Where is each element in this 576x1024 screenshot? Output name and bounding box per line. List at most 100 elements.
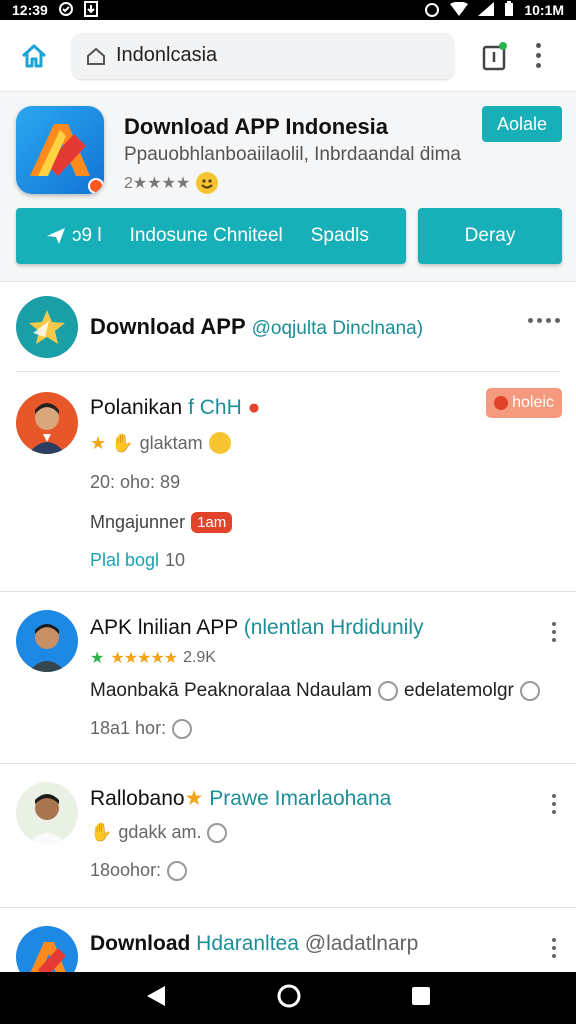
share-count: ɔ9 Ɩ [46, 225, 102, 247]
alarm-icon [424, 1, 440, 20]
signal-icon [478, 1, 495, 19]
star-icon: ★ [90, 432, 106, 453]
post-author[interactable]: Rallobano★ Prawe Imarlaohana [90, 786, 391, 811]
channel-button[interactable]: ɔ9 Ɩ Indosune Chniteel Spadls [16, 208, 406, 264]
send-icon [47, 228, 65, 244]
hand-emoji-icon: ✋ [90, 822, 113, 842]
hand-emoji-icon: ✋ [111, 432, 134, 453]
post-card[interactable]: APK lnilian APP (nlentlan Hrdidunily ★ ★… [0, 592, 576, 764]
leaf-icon: ★ [90, 650, 105, 667]
feed-more-button[interactable] [528, 318, 560, 323]
avatar[interactable] [16, 610, 78, 672]
app-subtitle: Ppauobhlanboaiilaolil, Inbrdaandal ḋima [124, 144, 461, 165]
sync-icon [58, 1, 74, 20]
star-icon: ★ [184, 787, 204, 810]
home-button[interactable] [14, 36, 54, 76]
post-author-accent: Hdaranltea [196, 932, 299, 955]
post-author-text: Download [90, 932, 191, 955]
star-logo-icon [29, 310, 65, 344]
share-count-text: ɔ9 Ɩ [72, 225, 102, 246]
avatar[interactable] [16, 782, 78, 844]
post-tag-badge: 1am [191, 512, 233, 533]
post-body-text: Maonbakā Peaknoralaa Ndaulam [90, 680, 373, 701]
post-time-text: 18oohor: [90, 860, 162, 880]
verified-icon [519, 681, 540, 701]
browser-toolbar: Indonlcasia [0, 20, 576, 92]
post-card[interactable]: Download Hdaranltea @ladatlnarp [0, 908, 576, 972]
post-link-text: Plal bogl [90, 550, 160, 570]
post-author-accent: (nlentlan Hrdidunily [243, 616, 424, 639]
post-more-button[interactable] [552, 938, 556, 958]
app-rating-text: 2★★★★ [124, 175, 191, 192]
url-bar[interactable]: Indonlcasia [72, 32, 454, 79]
overflow-menu-button[interactable] [528, 36, 548, 76]
tabs-button[interactable] [478, 36, 512, 76]
device-icon [207, 822, 228, 843]
post-author[interactable]: Download Hdaranltea @ladatlnarp [90, 932, 418, 956]
status-bar: 12:39 10:1M [0, 0, 576, 20]
app-title: Download APP Indonesia [124, 114, 389, 139]
download-label: Deray [464, 225, 516, 246]
post-link-count: 10 [165, 550, 186, 570]
post-author[interactable]: Polanikan f ChH ● [90, 396, 260, 420]
download-status-icon [83, 0, 98, 20]
post-rating: ★ ★★★★★ 2.9K [90, 648, 216, 668]
post-card[interactable]: Rallobano★ Prawe Imarlaohana ✋ gdakk am.… [0, 764, 576, 908]
post-tag-text: Mngajunner [90, 512, 186, 532]
post-meta-text: glaktam [139, 432, 203, 453]
recents-button[interactable] [411, 986, 431, 1011]
post-link[interactable]: Plal bogl 10 [90, 550, 185, 571]
system-nav-bar [0, 972, 576, 1024]
post-meta-text: gdakk am. [118, 822, 202, 842]
app-logo [16, 106, 104, 194]
download-button[interactable]: Deray [418, 208, 562, 264]
follow-icon [494, 396, 509, 410]
channel-label: Indosune Chniteel [129, 225, 283, 246]
post-more-button[interactable] [552, 794, 556, 814]
recents-icon [412, 986, 431, 1005]
post-author-text: Rallobano [90, 787, 185, 810]
post-tag: Mngajunner 1am [90, 512, 233, 533]
follow-label: holeic [512, 394, 554, 411]
clock-icon [172, 718, 193, 739]
post-meta: ★ ✋ glaktam [90, 432, 231, 454]
status-time-left: 12:39 [12, 2, 48, 18]
post-time-text: 20: oho: 89 [90, 472, 181, 492]
clock-icon [167, 860, 188, 881]
post-time: 20: oho: 89 [90, 472, 180, 493]
wifi-icon [450, 1, 469, 19]
post-more-button[interactable] [552, 622, 556, 642]
badge-icon [378, 681, 399, 701]
battery-icon [504, 0, 514, 20]
post-author-text: APK lnilian APP [90, 616, 238, 639]
rating-count: 2.9K [183, 649, 216, 666]
avatar[interactable] [16, 392, 78, 454]
app-card: Download APP Indonesia Ppauobhlanboaiila… [0, 92, 576, 282]
home-circle-icon [277, 984, 301, 1007]
post-time: 18oohor: [90, 860, 188, 881]
back-icon [146, 985, 165, 1006]
post-time-text: 18a1 hor: [90, 718, 167, 738]
post-body: Maonbakā Peaknoralaa Ndaulam edelatemolg… [90, 680, 540, 702]
follow-button[interactable]: holeic [486, 388, 562, 418]
feed-title[interactable]: Download APP @oqjulta Dinclnana) [90, 314, 423, 340]
avatar[interactable] [16, 926, 78, 972]
home-icon [21, 44, 47, 67]
home-nav-button[interactable] [276, 983, 302, 1014]
post-meta: ✋ gdakk am. [90, 822, 228, 843]
feed-handle: @oqjulta Dinclnana) [251, 318, 424, 339]
smile-emoji-icon [196, 172, 219, 194]
tabs-icon [482, 41, 507, 70]
back-button[interactable] [145, 984, 167, 1013]
rating-stars: ★★★★★ [110, 650, 178, 667]
feed-title-text: Download APP [90, 314, 246, 339]
add-button[interactable]: Aolale [482, 106, 562, 142]
post-body-accent: edelatemolgr [404, 680, 514, 701]
post-author-tail: @ladatlnarp [304, 932, 419, 955]
post-author-accent: Prawe Imarlaohana [209, 787, 392, 810]
post-card[interactable]: Polanikan f ChH ● holeic ★ ✋ glaktam 20:… [0, 372, 576, 592]
post-author-accent: f ChH [188, 396, 242, 419]
post-author[interactable]: APK lnilian APP (nlentlan Hrdidunily [90, 616, 423, 640]
spacer-label: Spadls [310, 225, 369, 246]
flame-icon: ● [247, 396, 261, 419]
